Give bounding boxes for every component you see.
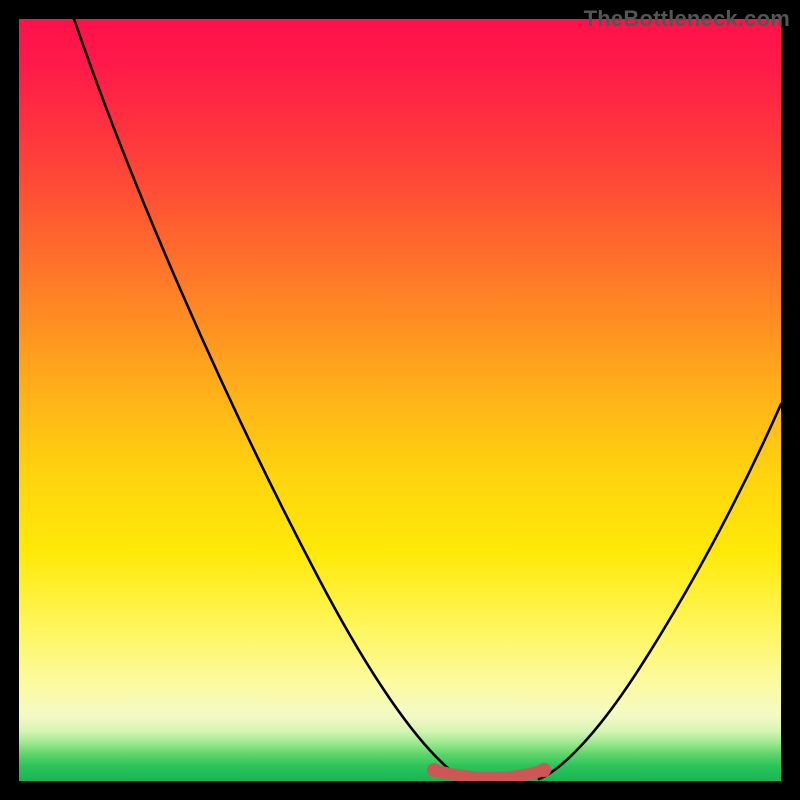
optimal-range-end-dot bbox=[537, 763, 551, 777]
optimal-range-band bbox=[434, 770, 544, 778]
right-bottleneck-curve bbox=[539, 404, 781, 779]
chart-frame: TheBottleneck.com bbox=[0, 0, 800, 800]
watermark-text: TheBottleneck.com bbox=[584, 6, 790, 32]
plot-area bbox=[19, 19, 781, 781]
left-bottleneck-curve bbox=[74, 19, 465, 779]
optimal-range-start-dot bbox=[427, 763, 441, 777]
curve-layer bbox=[19, 19, 781, 781]
